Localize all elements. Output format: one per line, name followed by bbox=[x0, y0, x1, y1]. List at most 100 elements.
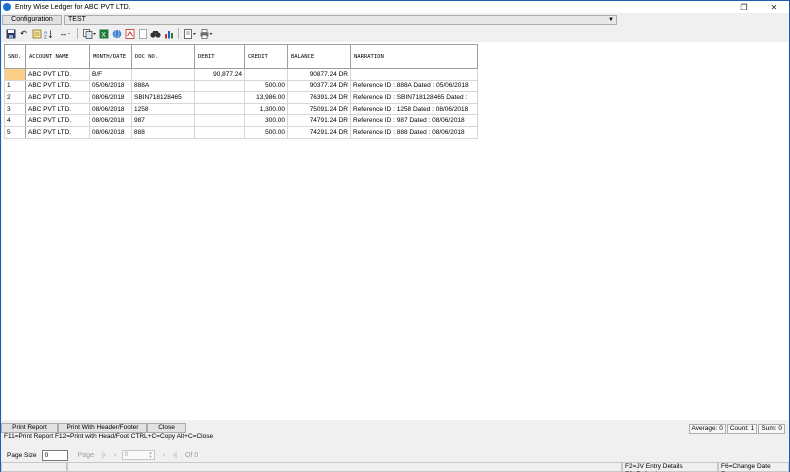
cell-doc[interactable]: 1258 bbox=[131, 102, 195, 116]
shortcut-hints: F11=Print Report F12=Print with Head/Foo… bbox=[4, 433, 214, 440]
cell-balance[interactable]: 74791.24 DR bbox=[287, 114, 351, 127]
cell-debit[interactable] bbox=[194, 114, 245, 127]
page-size-label: Page Size bbox=[7, 451, 37, 459]
cell-balance[interactable]: 90377.24 DR bbox=[287, 79, 351, 93]
column-resize-icon[interactable]: ↔· bbox=[57, 28, 73, 39]
cell-credit[interactable]: 13,986.00 bbox=[244, 91, 288, 104]
cell-date[interactable]: 08/06/2018 bbox=[89, 114, 132, 127]
page-size-input[interactable]: 0 bbox=[41, 449, 68, 461]
print-report-button[interactable]: Print Report bbox=[1, 423, 58, 433]
window-controls: ❐ ✕ bbox=[729, 1, 789, 13]
configuration-select-value: TEST bbox=[68, 15, 86, 23]
print-with-header-footer-button[interactable]: Print With Header/Footer bbox=[58, 423, 147, 433]
chart-icon[interactable] bbox=[163, 28, 174, 39]
cell-account[interactable]: ABC PVT LTD. bbox=[25, 114, 90, 127]
cell-date[interactable]: 08/06/2018 bbox=[89, 125, 132, 139]
configuration-button[interactable]: Configuration bbox=[2, 14, 62, 25]
close-button[interactable]: Close bbox=[147, 423, 186, 433]
notepad-icon[interactable] bbox=[31, 28, 42, 39]
blank-page-icon[interactable] bbox=[137, 28, 148, 39]
cell-account[interactable]: ABC PVT LTD. bbox=[25, 102, 90, 116]
cell-date[interactable]: 08/06/2018 bbox=[89, 102, 132, 116]
cell-doc[interactable]: 888A bbox=[131, 79, 195, 93]
web-icon[interactable] bbox=[111, 28, 122, 39]
excel-icon[interactable]: X bbox=[98, 28, 109, 39]
column-header-month-date[interactable]: MONTH/DATE bbox=[89, 44, 132, 69]
restore-button[interactable]: ❐ bbox=[729, 1, 759, 13]
cell-debit[interactable]: 90,877.24 bbox=[194, 68, 245, 81]
cell-doc[interactable]: SBIN718128465 bbox=[131, 91, 195, 104]
cell-credit[interactable]: 500.00 bbox=[244, 125, 288, 139]
close-window-button[interactable]: ✕ bbox=[759, 1, 789, 13]
cell-debit[interactable] bbox=[194, 79, 245, 93]
undo-icon[interactable]: ↶ bbox=[18, 28, 29, 39]
table-row[interactable]: 4 ABC PVT LTD. 08/06/2018 987 300.00 747… bbox=[4, 114, 478, 127]
row-selector[interactable]: 2 bbox=[4, 91, 26, 104]
cell-narration[interactable]: Reference ID : SBIN718128465 Dated : bbox=[350, 91, 478, 104]
table-header-row: SNO. ACCOUNT NAME MONTH/DATE DOC NO. DEB… bbox=[4, 44, 478, 69]
chevron-down-icon[interactable]: ▼ bbox=[608, 16, 614, 24]
cell-doc[interactable]: 888 bbox=[131, 125, 195, 139]
first-page-icon[interactable]: |‹ bbox=[102, 452, 106, 459]
sort-icon[interactable]: AZ bbox=[44, 28, 55, 39]
page-number-input[interactable]: 0 ▲ ▼ bbox=[121, 450, 155, 460]
cell-date[interactable]: B/F bbox=[89, 68, 132, 81]
table-row[interactable]: 2 ABC PVT LTD. 08/06/2018 SBIN718128465 … bbox=[4, 91, 478, 104]
cell-account[interactable]: ABC PVT LTD. bbox=[25, 125, 90, 139]
save-icon[interactable] bbox=[5, 28, 16, 39]
cell-narration[interactable]: Reference ID : 1258 Dated : 08/06/2018 bbox=[350, 102, 478, 116]
column-header-account-name[interactable]: ACCOUNT NAME bbox=[25, 44, 90, 69]
cell-credit[interactable]: 300.00 bbox=[244, 114, 288, 127]
configuration-select[interactable]: TEST ▼ bbox=[64, 14, 617, 25]
page-setup-icon[interactable] bbox=[183, 28, 197, 39]
status-cell-empty bbox=[1, 462, 67, 472]
print-icon[interactable] bbox=[199, 28, 213, 39]
cell-balance[interactable]: 76391.24 DR bbox=[287, 91, 351, 104]
cell-date[interactable]: 05/06/2018 bbox=[89, 79, 132, 93]
table-row[interactable]: 3 ABC PVT LTD. 08/06/2018 1258 1,300.00 … bbox=[4, 102, 478, 116]
copy-icon[interactable] bbox=[82, 28, 96, 39]
column-header-debit[interactable]: DEBIT bbox=[194, 44, 245, 69]
column-header-narration[interactable]: NARRATION bbox=[350, 44, 478, 69]
last-page-icon[interactable]: ›| bbox=[173, 452, 177, 459]
title-bar: Entry Wise Ledger for ABC PVT LTD. ❐ ✕ bbox=[1, 1, 789, 13]
cell-doc[interactable] bbox=[131, 68, 195, 81]
row-selector[interactable]: 5 bbox=[4, 125, 26, 139]
row-selector[interactable]: 4 bbox=[4, 114, 26, 127]
pdf-icon[interactable] bbox=[124, 28, 135, 39]
column-header-credit[interactable]: CREDIT bbox=[244, 44, 288, 69]
cell-debit[interactable] bbox=[194, 102, 245, 116]
cell-balance[interactable]: 75091.24 DR bbox=[287, 102, 351, 116]
table-row[interactable]: 5 ABC PVT LTD. 08/06/2018 888 500.00 742… bbox=[4, 125, 478, 139]
column-header-doc-no[interactable]: DOC NO. bbox=[131, 44, 195, 69]
cell-credit[interactable] bbox=[244, 68, 288, 81]
bottom-panel: Print Report Print With Header/Footer Cl… bbox=[1, 421, 789, 472]
cell-balance[interactable]: 74291.24 DR bbox=[287, 125, 351, 139]
table-row[interactable]: ABC PVT LTD. B/F 90,877.24 90877.24 DR bbox=[4, 68, 478, 81]
table-row[interactable]: 1 ABC PVT LTD. 05/06/2018 888A 500.00 90… bbox=[4, 79, 478, 93]
cell-balance[interactable]: 90877.24 DR bbox=[287, 68, 351, 81]
row-selector[interactable]: 1 bbox=[4, 79, 26, 93]
cell-account[interactable]: ABC PVT LTD. bbox=[25, 91, 90, 104]
row-selector-current[interactable] bbox=[4, 68, 26, 81]
cell-account[interactable]: ABC PVT LTD. bbox=[25, 79, 90, 93]
cell-account[interactable]: ABC PVT LTD. bbox=[25, 68, 90, 81]
cell-doc[interactable]: 987 bbox=[131, 114, 195, 127]
cell-narration[interactable] bbox=[350, 68, 478, 81]
cell-debit[interactable] bbox=[194, 125, 245, 139]
spinner-icon[interactable]: ▲ ▼ bbox=[149, 451, 153, 459]
next-page-icon[interactable]: › bbox=[163, 452, 165, 459]
find-icon[interactable] bbox=[150, 28, 161, 39]
row-selector[interactable]: 3 bbox=[4, 102, 26, 116]
cell-narration[interactable]: Reference ID : 888 Dated : 08/06/2018 bbox=[350, 125, 478, 139]
pager: Page Size 0 Page |‹ ‹ 0 ▲ ▼ › ›| Of 0 bbox=[1, 448, 789, 462]
cell-narration[interactable]: Reference ID : 987 Dated : 08/06/2018 bbox=[350, 114, 478, 127]
cell-debit[interactable] bbox=[194, 91, 245, 104]
cell-credit[interactable]: 500.00 bbox=[244, 79, 288, 93]
cell-narration[interactable]: Reference ID : 888A Dated : 05/06/2018 bbox=[350, 79, 478, 93]
column-header-balance[interactable]: BALANCE bbox=[287, 44, 351, 69]
cell-date[interactable]: 08/06/2018 bbox=[89, 91, 132, 104]
column-header-sno[interactable]: SNO. bbox=[4, 44, 26, 69]
prev-page-icon[interactable]: ‹ bbox=[114, 452, 116, 459]
cell-credit[interactable]: 1,300.00 bbox=[244, 102, 288, 116]
